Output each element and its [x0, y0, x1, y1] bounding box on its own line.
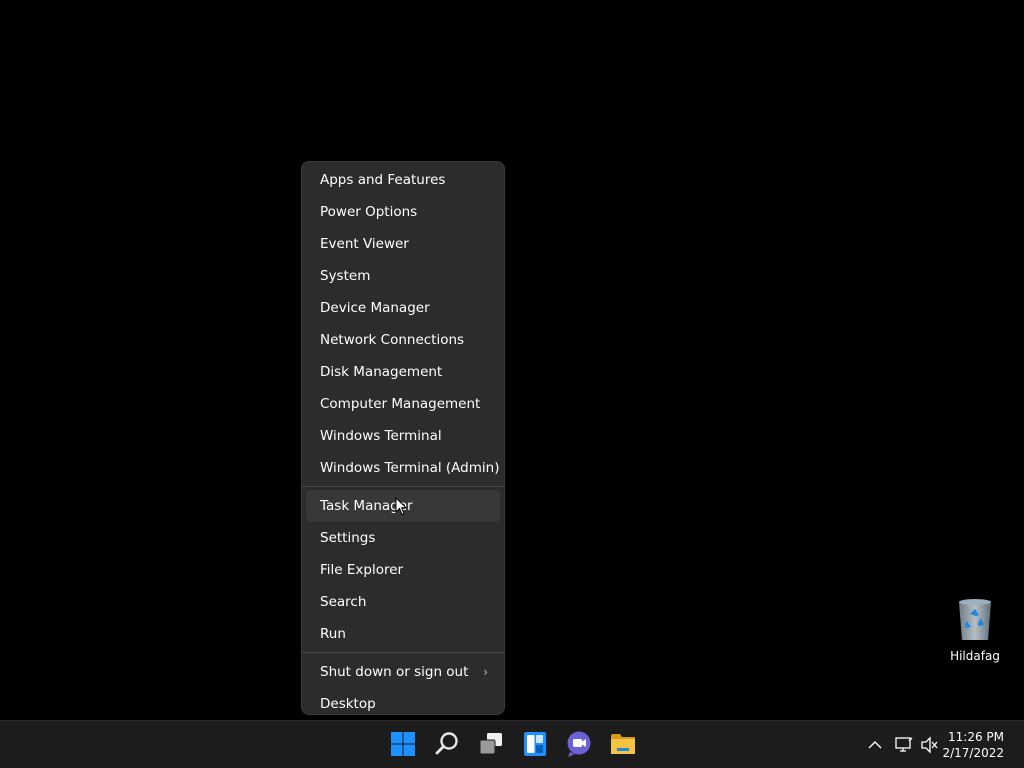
windows-start-icon[interactable] [388, 729, 418, 759]
menu-item-power-options[interactable]: Power Options [306, 196, 500, 228]
desktop-icon-recycle-bin[interactable]: Hildafag [946, 596, 1004, 663]
folder-icon[interactable] [608, 729, 638, 759]
network-icon[interactable] [894, 735, 914, 755]
menu-group-power: Shut down or sign out › Desktop [302, 653, 504, 720]
winx-context-menu: Apps and Features Power Options Event Vi… [301, 161, 505, 715]
system-clock[interactable]: 11:26 PM 2/17/2022 [942, 729, 1004, 761]
volume-muted-icon[interactable] [920, 735, 940, 755]
search-icon[interactable] [432, 729, 462, 759]
menu-item-desktop[interactable]: Desktop [306, 688, 500, 720]
menu-item-event-viewer[interactable]: Event Viewer [306, 228, 500, 260]
recycle-bin-icon [959, 599, 991, 640]
teams-chat-icon[interactable] [564, 729, 594, 759]
chevron-right-icon: › [483, 665, 488, 679]
menu-item-windows-terminal[interactable]: Windows Terminal [306, 420, 500, 452]
menu-item-windows-terminal-admin[interactable]: Windows Terminal (Admin) [306, 452, 500, 484]
menu-item-disk-management[interactable]: Disk Management [306, 356, 500, 388]
menu-item-settings[interactable]: Settings [306, 522, 500, 554]
desktop-icon-label: Hildafag [950, 649, 1000, 663]
menu-item-run[interactable]: Run [306, 618, 500, 650]
mouse-pointer-icon [395, 497, 407, 516]
menu-item-device-manager[interactable]: Device Manager [306, 292, 500, 324]
menu-item-system[interactable]: System [306, 260, 500, 292]
menu-item-file-explorer[interactable]: File Explorer [306, 554, 500, 586]
clock-date: 2/17/2022 [942, 746, 1004, 760]
menu-item-network-connections[interactable]: Network Connections [306, 324, 500, 356]
taskbar: 11:26 PM 2/17/2022 [0, 720, 1024, 768]
widgets-icon[interactable] [520, 729, 550, 759]
menu-item-shut-down-or-sign-out[interactable]: Shut down or sign out › [306, 656, 500, 688]
chevron-up-icon[interactable] [866, 736, 884, 754]
clock-time: 11:26 PM [948, 730, 1004, 744]
menu-item-apps-and-features[interactable]: Apps and Features [306, 164, 500, 196]
task-view-icon[interactable] [476, 729, 506, 759]
menu-item-label: Shut down or sign out [320, 664, 469, 680]
menu-item-computer-management[interactable]: Computer Management [306, 388, 500, 420]
desktop-background[interactable] [0, 0, 1024, 720]
menu-group-admin-tools: Apps and Features Power Options Event Vi… [302, 162, 504, 486]
menu-item-search[interactable]: Search [306, 586, 500, 618]
